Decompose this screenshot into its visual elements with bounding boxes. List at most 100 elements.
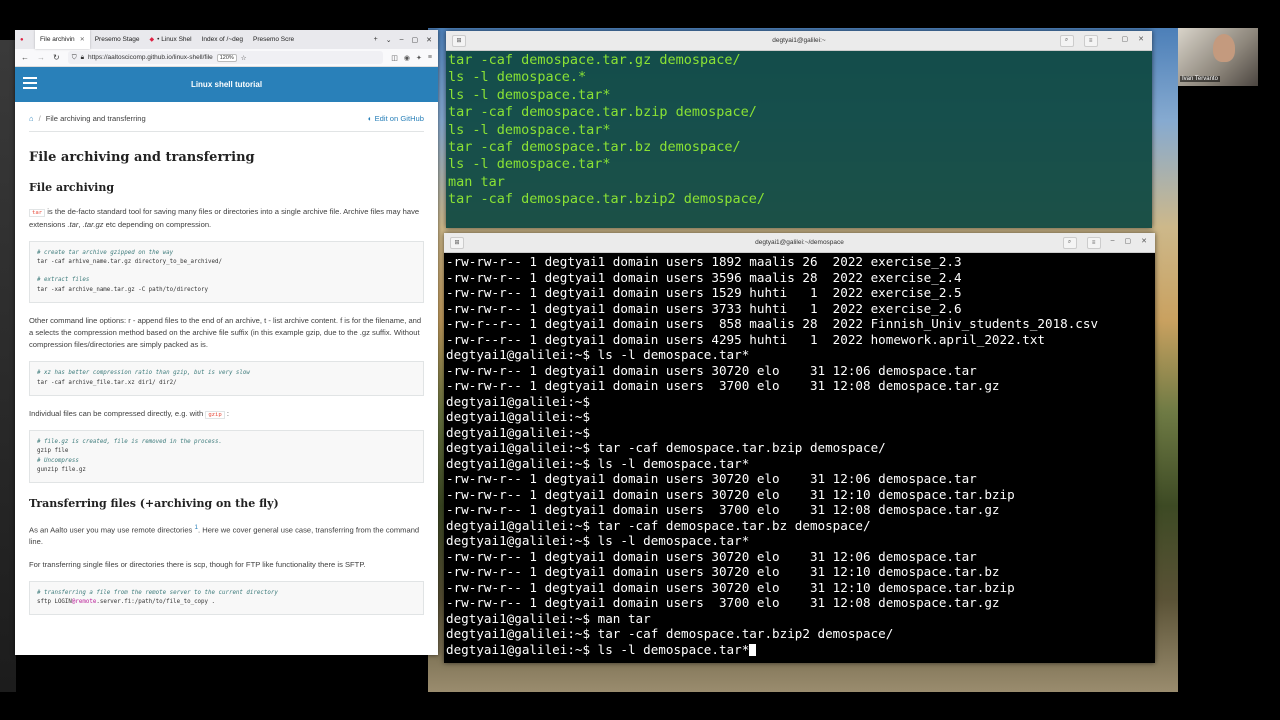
code-line: gunzip file.gz <box>37 466 86 473</box>
tab-presemo-stage[interactable]: Presemo Stage <box>90 30 145 49</box>
close-icon[interactable]: ✕ <box>1138 35 1144 47</box>
paragraph-intro: tar is the de-facto standard tool for sa… <box>29 207 420 229</box>
search-icon[interactable]: ⌕ <box>1059 34 1074 47</box>
minimize-icon[interactable]: – <box>400 36 404 44</box>
webcam-person <box>1213 34 1235 62</box>
minimize-icon[interactable]: – <box>1111 237 1115 249</box>
zoom-level[interactable]: 120% <box>216 53 237 62</box>
code-line: tar -xaf archive_name.tar.gz -C path/to/… <box>37 286 209 293</box>
page-content: ⌂ / File archiving and transferring ◐ Ed… <box>15 108 438 616</box>
terminal-output[interactable]: -rw-rw-r-- 1 degtyai1 domain users 1892 … <box>444 253 1155 658</box>
shield-icon: ⛉ <box>71 53 77 61</box>
terminal-line: degtyai1@galilei:~$ ls -l demospace.tar* <box>446 641 750 657</box>
window-controls: + ⌄ – ▢ ✕ <box>374 36 438 44</box>
terminal-line: degtyai1@galilei:~$ <box>446 409 591 424</box>
inline-code-gzip: gzip <box>205 410 225 419</box>
tab-label: Presemo Scre <box>252 36 295 43</box>
menu-icon[interactable]: ≡ <box>1083 34 1098 47</box>
tab-presemo-screen[interactable]: Presemo Scre <box>248 30 299 49</box>
terminal-window-history[interactable]: ⊞ degtyai1@galilei:~ ⌕ ≡ – ▢ ✕ tar -caf … <box>446 31 1152 228</box>
account-icon[interactable]: ◉ <box>404 54 410 62</box>
terminal-window-main[interactable]: ⊞ degtyai1@galilei:~/demospace ⌕ ≡ – ▢ ✕… <box>444 233 1155 663</box>
code-comment: # create tar archive gzipped on the way <box>37 249 174 256</box>
bookmark-star-icon[interactable]: ☆ <box>241 54 247 62</box>
section-heading-file-archiving: File archiving <box>29 180 115 194</box>
page-title: File archiving and transferring <box>29 150 255 165</box>
edit-on-github-link[interactable]: ◐ Edit on GitHub <box>368 113 424 125</box>
terminal-titlebar: ⊞ degtyai1@galilei:~ ⌕ ≡ – ▢ ✕ <box>446 31 1152 51</box>
terminal-line: degtyai1@galilei:~$ tar -caf demospace.t… <box>446 440 886 455</box>
close-icon[interactable]: ✕ <box>426 36 432 44</box>
github-icon: ◐ <box>367 114 375 124</box>
terminal-titlebar: ⊞ degtyai1@galilei:~/demospace ⌕ ≡ – ▢ ✕ <box>444 233 1155 253</box>
new-tab-icon[interactable]: + <box>374 36 378 44</box>
close-icon[interactable]: ✕ <box>80 36 85 43</box>
terminal-line: tar -caf demospace.tar.bzip2 demospace/ <box>448 191 765 208</box>
search-icon[interactable]: ⌕ <box>1062 236 1077 249</box>
terminal-output[interactable]: tar -caf demospace.tar.gz demospace/ ls … <box>446 51 1152 210</box>
tab-file-archiving[interactable]: File archivin ✕ <box>35 30 90 49</box>
terminal-title: degtyai1@galilei:~/demospace <box>755 239 844 246</box>
navigation-bar: ← → ↻ ⛉ 🔒︎ https://aaltoscicomp.github.i… <box>15 49 438 67</box>
url-text: https://aaltoscicomp.github.io/linux-she… <box>88 54 213 61</box>
terminal-line: ls -l demospace.tar* <box>448 156 611 173</box>
pocket-icon[interactable]: ◫ <box>391 54 398 62</box>
lock-icon: 🔒︎ <box>80 53 85 61</box>
terminal-line: degtyai1@galilei:~$ ls -l demospace.tar* <box>446 533 750 548</box>
background-window-strip <box>0 40 16 692</box>
terminal-line: tar -caf demospace.tar.bzip demospace/ <box>448 104 757 121</box>
maximize-icon[interactable]: ▢ <box>1122 35 1129 47</box>
hamburger-menu-icon[interactable] <box>23 77 37 89</box>
terminal-line: -rw-rw-r-- 1 degtyai1 domain users 30720… <box>446 579 1015 595</box>
minimize-icon[interactable]: – <box>1108 35 1112 47</box>
terminal-line: -rw-rw-r-- 1 degtyai1 domain users 3733 … <box>446 300 962 316</box>
breadcrumb-separator: / <box>38 114 41 124</box>
tab-linux-shell[interactable]: ◆ • Linux Shel <box>145 30 197 49</box>
paragraph-options: Other command line options: r - append f… <box>29 316 422 350</box>
site-title[interactable]: Linux shell tutorial <box>15 80 438 89</box>
terminal-line: -rw-rw-r-- 1 degtyai1 domain users 30720… <box>446 362 977 378</box>
firefox-icon: ● <box>20 36 24 43</box>
menu-icon[interactable]: ≡ <box>428 54 432 62</box>
terminal-line: -rw-rw-r-- 1 degtyai1 domain users 3700 … <box>446 502 1000 517</box>
paragraph-gzip: Individual files can be compressed direc… <box>29 408 230 419</box>
terminal-line: degtyai1@galilei:~$ <box>446 424 591 440</box>
close-icon[interactable]: ✕ <box>1141 237 1147 249</box>
menu-icon[interactable]: ≡ <box>1086 236 1101 249</box>
firefox-view-button[interactable]: ● <box>15 30 35 49</box>
terminal-line: -rw-rw-r-- 1 degtyai1 domain users 30720… <box>446 471 977 486</box>
chevron-down-icon[interactable]: ⌄ <box>386 36 392 44</box>
code-comment: # extract files <box>37 277 90 284</box>
breadcrumb: ⌂ / File archiving and transferring ◐ Ed… <box>29 108 424 132</box>
code-block-tar: # create tar archive gzipped on the way … <box>29 240 424 303</box>
forward-icon[interactable]: → <box>37 53 45 62</box>
home-icon[interactable]: ⌂ <box>29 113 34 125</box>
browser-window: ● File archivin ✕ Presemo Stage ◆ • Linux… <box>15 30 438 655</box>
code-line: tar -caf archive_file.tar.xz dir1/ dir2/ <box>37 379 177 386</box>
inline-code-tar: tar <box>29 209 46 218</box>
url-bar[interactable]: ⛉ 🔒︎ https://aaltoscicomp.github.io/linu… <box>67 51 384 64</box>
paragraph-remote: As an Aalto user you may use remote dire… <box>29 523 420 547</box>
back-icon[interactable]: ← <box>21 53 29 62</box>
new-tab-icon[interactable]: ⊞ <box>452 34 466 47</box>
maximize-icon[interactable]: ▢ <box>1125 237 1132 249</box>
terminal-line: tar -caf demospace.tar.bz demospace/ <box>448 139 741 156</box>
code-block-sftp: # transferring a file from the remote se… <box>29 580 424 616</box>
terminal-line: man tar <box>448 173 505 190</box>
section-heading-transferring: Transferring files (+archiving on the fl… <box>29 497 279 511</box>
tab-index[interactable]: Index of /~deg <box>197 30 248 49</box>
new-tab-icon[interactable]: ⊞ <box>450 236 464 249</box>
terminal-line: degtyai1@galilei:~$ <box>446 393 591 409</box>
terminal-title: degtyai1@galilei:~ <box>772 37 826 44</box>
terminal-line: degtyai1@galilei:~$ tar -caf demospace.t… <box>446 517 871 533</box>
terminal-line: degtyai1@galilei:~$ ls -l demospace.tar* <box>446 347 750 362</box>
extension-icon[interactable]: ✦ <box>416 54 422 62</box>
maximize-icon[interactable]: ▢ <box>412 36 419 44</box>
browser-tab-bar: ● File archivin ✕ Presemo Stage ◆ • Linux… <box>15 30 438 49</box>
code-comment: # xz has better compression ratio than g… <box>37 370 250 377</box>
terminal-line: tar -caf demospace.tar.gz demospace/ <box>448 52 741 68</box>
code-line: gzip file <box>37 448 69 455</box>
tab-label: Presemo Stage <box>94 36 140 43</box>
terminal-line: ls -l demospace.* <box>448 69 587 86</box>
reload-icon[interactable]: ↻ <box>53 53 60 62</box>
